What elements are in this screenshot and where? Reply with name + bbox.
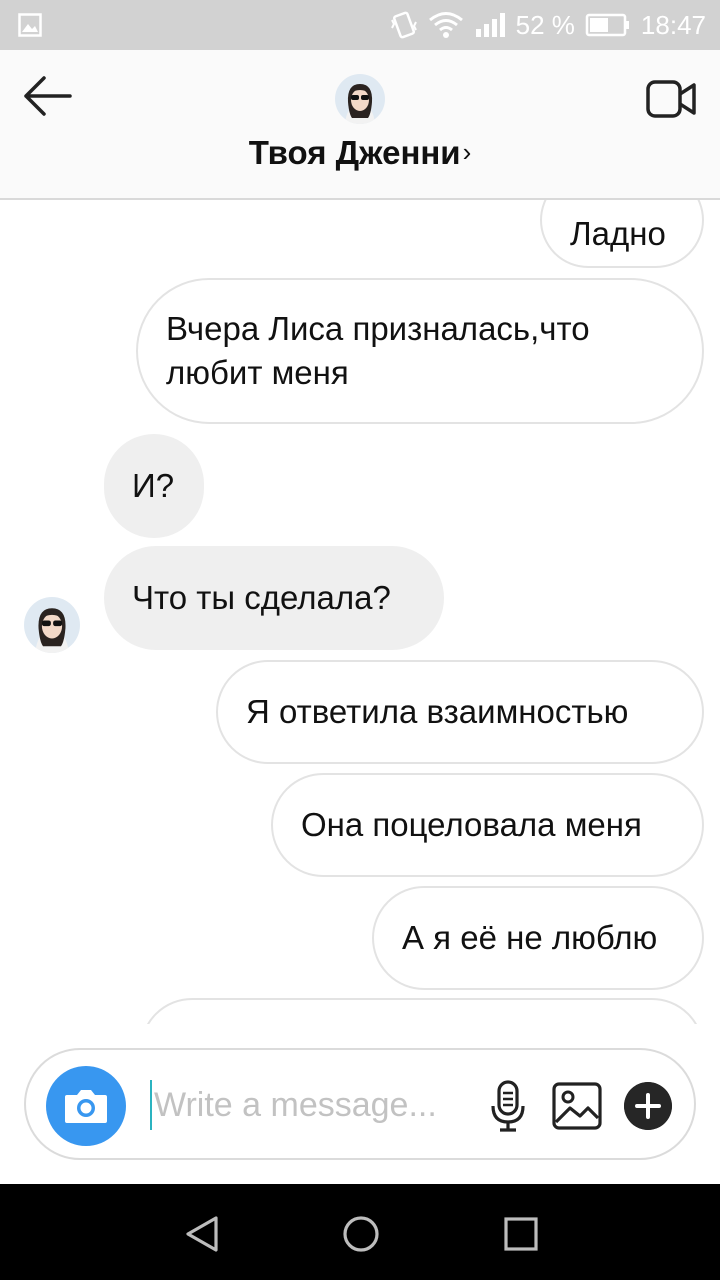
message-bubble-outgoing[interactable]: Ладно	[540, 200, 704, 268]
message-input[interactable]	[154, 1080, 474, 1130]
message-list[interactable]: Ладно Вчера Лиса призналась,что любит ме…	[0, 200, 720, 1024]
message-text: Ладно	[570, 215, 666, 252]
message-bubble-outgoing[interactable]: Вчера Лиса призналась,что любит меня	[136, 278, 704, 424]
clock: 18:47	[640, 9, 706, 40]
message-text: И?	[132, 467, 175, 504]
battery-icon	[585, 13, 629, 37]
back-arrow-icon[interactable]	[22, 74, 74, 118]
back-triangle-icon[interactable]	[182, 1214, 222, 1254]
gallery-icon	[18, 13, 42, 37]
signal-icon	[475, 13, 505, 37]
wifi-icon	[428, 12, 463, 38]
message-bubble-incoming[interactable]: Что ты сделала?	[104, 546, 444, 650]
message-text: А я её не люблю	[402, 919, 658, 956]
home-circle-icon[interactable]	[341, 1214, 381, 1254]
contact-name-label: Твоя Дженни	[248, 134, 461, 171]
message-bubble-outgoing[interactable]: Она поцеловала меня	[271, 773, 704, 877]
text-cursor	[150, 1080, 152, 1130]
gallery-icon[interactable]	[552, 1082, 602, 1130]
system-nav-bar	[0, 1184, 720, 1280]
microphone-icon[interactable]	[488, 1080, 528, 1132]
chat-header: Твоя Дженни›	[0, 50, 720, 200]
message-bubble-outgoing[interactable]: А я её не люблю	[372, 886, 704, 990]
chevron-right-icon: ›	[462, 137, 472, 167]
status-bar: 52 % 18:47	[0, 0, 720, 50]
avatar[interactable]	[335, 74, 385, 124]
message-text: Я ответила взаимностью	[246, 693, 629, 730]
contact-name[interactable]: Твоя Дженни›	[0, 134, 720, 172]
camera-icon	[65, 1090, 107, 1123]
plus-icon[interactable]	[624, 1082, 672, 1130]
sender-avatar[interactable]	[24, 597, 80, 653]
battery-percent: 52 %	[515, 9, 575, 40]
message-bubble-outgoing[interactable]	[140, 998, 704, 1024]
message-composer	[24, 1048, 696, 1160]
message-text: Что ты сделала?	[132, 579, 391, 616]
camera-button[interactable]	[46, 1066, 126, 1146]
video-call-icon[interactable]	[646, 78, 698, 120]
message-bubble-outgoing[interactable]: Я ответила взаимностью	[216, 660, 704, 764]
recents-square-icon[interactable]	[502, 1215, 540, 1253]
vibrate-icon	[390, 11, 417, 39]
message-text: Вчера Лиса призналась,что любит меня	[166, 310, 590, 391]
message-bubble-incoming[interactable]: И?	[104, 434, 204, 538]
message-text: Она поцеловала меня	[301, 806, 642, 843]
